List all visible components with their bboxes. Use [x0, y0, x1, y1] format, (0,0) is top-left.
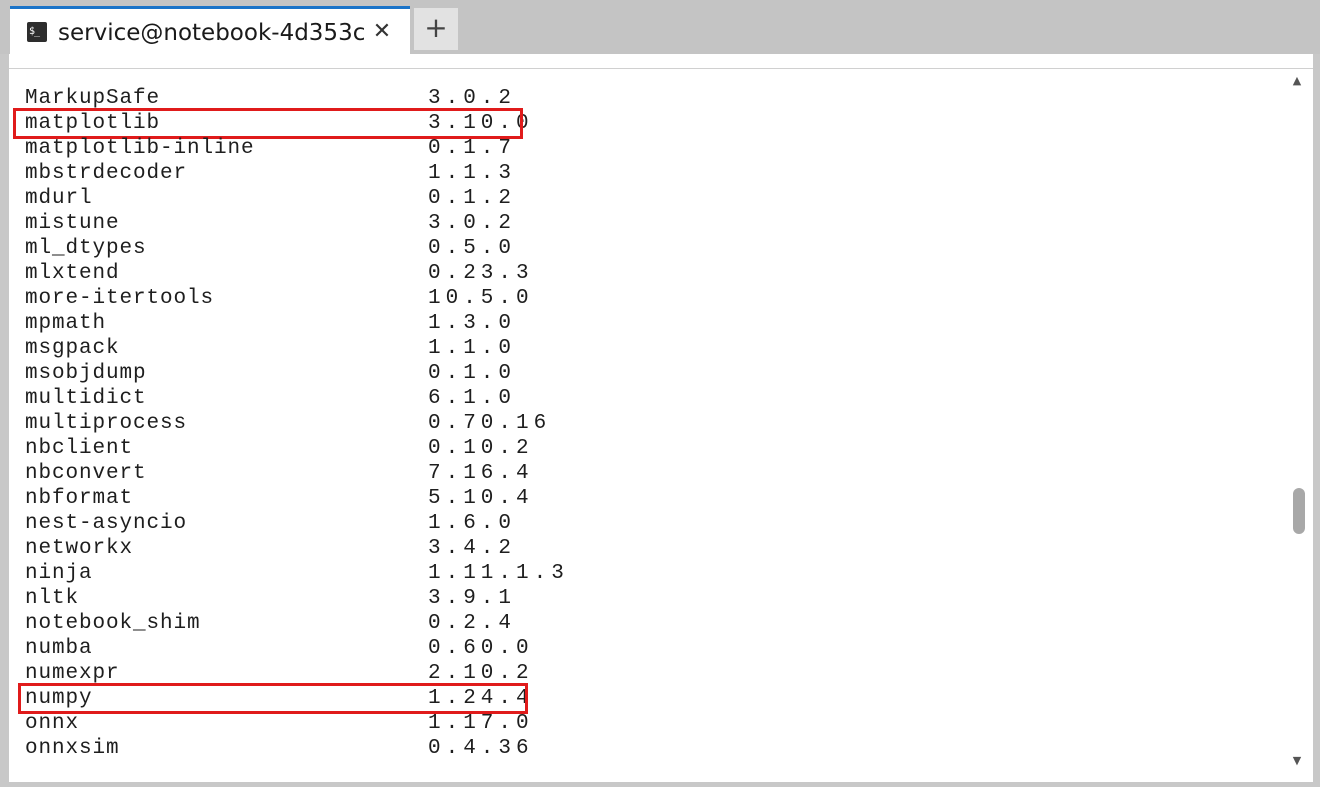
package-row: networkx 3.4.2 — [25, 536, 725, 561]
scroll-down-arrow-icon[interactable]: ▼ — [1287, 752, 1307, 770]
package-version: 1.1.3 — [428, 162, 517, 185]
package-version: 0.4.36 — [428, 737, 534, 760]
tab-bar: $_ service@notebook-4d353c ✕ + — [0, 0, 1320, 54]
package-name: mistune — [25, 212, 120, 235]
package-row: nltk 3.9.1 — [25, 586, 725, 611]
package-name: MarkupSafe — [25, 87, 161, 110]
package-version: 10.5.0 — [428, 287, 534, 310]
package-version: 3.0.2 — [428, 212, 517, 235]
package-row: ninja 1.11.1.3 — [25, 561, 725, 586]
scrollbar-thumb[interactable] — [1293, 488, 1305, 534]
package-name: numpy — [25, 687, 93, 710]
package-name: multiprocess — [25, 412, 188, 435]
package-version: 0.60.0 — [428, 637, 534, 660]
package-version: 0.10.2 — [428, 437, 534, 460]
package-version: 1.3.0 — [428, 312, 517, 335]
package-version: 1.24.4 — [428, 687, 534, 710]
terminal-icon: $_ — [27, 22, 47, 42]
package-row: numba 0.60.0 — [25, 636, 725, 661]
package-version: 3.9.1 — [428, 587, 517, 610]
package-row: mistune 3.0.2 — [25, 211, 725, 236]
package-name: ninja — [25, 562, 93, 585]
package-name: mdurl — [25, 187, 93, 210]
package-version: 0.1.0 — [428, 362, 517, 385]
package-version: 1.1.0 — [428, 337, 517, 360]
package-row: numpy 1.24.4 — [25, 686, 725, 711]
package-name: nest-asyncio — [25, 512, 188, 535]
package-row: matplotlib 3.10.0 — [25, 111, 725, 136]
package-version: 0.1.2 — [428, 187, 517, 210]
package-name: nbformat — [25, 487, 134, 510]
package-version: 1.6.0 — [428, 512, 517, 535]
package-name: numexpr — [25, 662, 120, 685]
terminal-pane: MarkupSafe 3.0.2 matplotlib 3.10.0 matplotli… — [9, 68, 1313, 782]
package-row: nest-asyncio 1.6.0 — [25, 511, 725, 536]
package-row: onnx 1.17.0 — [25, 711, 725, 736]
package-name: numba — [25, 637, 93, 660]
package-row: multidict 6.1.0 — [25, 386, 725, 411]
package-name: mbstrdecoder — [25, 162, 188, 185]
package-row: mpmath 1.3.0 — [25, 311, 725, 336]
package-name: ml_dtypes — [25, 237, 147, 260]
package-row: nbclient 0.10.2 — [25, 436, 725, 461]
package-version: 1.17.0 — [428, 712, 534, 735]
package-name: mpmath — [25, 312, 107, 335]
package-row: matplotlib-inline 0.1.7 — [25, 136, 725, 161]
package-version: 0.2.4 — [428, 612, 517, 635]
package-row: mdurl 0.1.2 — [25, 186, 725, 211]
package-name: nbclient — [25, 437, 134, 460]
package-name: more-itertools — [25, 287, 215, 310]
tab-title: service@notebook-4d353c — [58, 20, 366, 46]
package-row: nbformat 5.10.4 — [25, 486, 725, 511]
package-row: ml_dtypes 0.5.0 — [25, 236, 725, 261]
package-name: matplotlib — [25, 112, 161, 135]
package-name: mlxtend — [25, 262, 120, 285]
package-name: msgpack — [25, 337, 120, 360]
package-version: 3.10.0 — [428, 112, 534, 135]
package-name: onnx — [25, 712, 80, 735]
package-name: notebook_shim — [25, 612, 201, 635]
package-version: 7.16.4 — [428, 462, 534, 485]
package-version: 3.0.2 — [428, 87, 517, 110]
scroll-up-arrow-icon[interactable]: ▲ — [1287, 72, 1307, 90]
package-row: more-itertools 10.5.0 — [25, 286, 725, 311]
package-row: numexpr 2.10.2 — [25, 661, 725, 686]
package-name: matplotlib-inline — [25, 137, 255, 160]
package-version: 0.5.0 — [428, 237, 517, 260]
terminal-output[interactable]: MarkupSafe 3.0.2 matplotlib 3.10.0 matplotli… — [9, 54, 1313, 782]
package-name: networkx — [25, 537, 134, 560]
package-row: MarkupSafe 3.0.2 — [25, 86, 725, 111]
package-version: 1.11.1.3 — [428, 562, 569, 585]
package-version: 3.4.2 — [428, 537, 517, 560]
package-row: mbstrdecoder 1.1.3 — [25, 161, 725, 186]
package-name: nbconvert — [25, 462, 147, 485]
close-icon[interactable]: ✕ — [370, 19, 394, 45]
new-tab-button[interactable]: + — [414, 8, 458, 50]
package-row: nbconvert 7.16.4 — [25, 461, 725, 486]
package-name: onnxsim — [25, 737, 120, 760]
package-version: 6.1.0 — [428, 387, 517, 410]
terminal-tab[interactable]: $_ service@notebook-4d353c ✕ — [10, 6, 410, 54]
package-version: 0.23.3 — [428, 262, 534, 285]
package-name: msobjdump — [25, 362, 147, 385]
vertical-scrollbar[interactable]: ▲ ▼ — [1287, 70, 1307, 770]
package-version: 0.1.7 — [428, 137, 517, 160]
package-row: multiprocess 0.70.16 — [25, 411, 725, 436]
window-bottom-edge — [0, 782, 1320, 787]
package-name: multidict — [25, 387, 147, 410]
package-name: nltk — [25, 587, 80, 610]
package-row: notebook_shim 0.2.4 — [25, 611, 725, 636]
package-version: 5.10.4 — [428, 487, 534, 510]
package-version: 0.70.16 — [428, 412, 552, 435]
package-row: msgpack 1.1.0 — [25, 336, 725, 361]
package-row: onnxsim 0.4.36 — [25, 736, 725, 761]
package-row: msobjdump 0.1.0 — [25, 361, 725, 386]
package-version: 2.10.2 — [428, 662, 534, 685]
package-row: mlxtend 0.23.3 — [25, 261, 725, 286]
